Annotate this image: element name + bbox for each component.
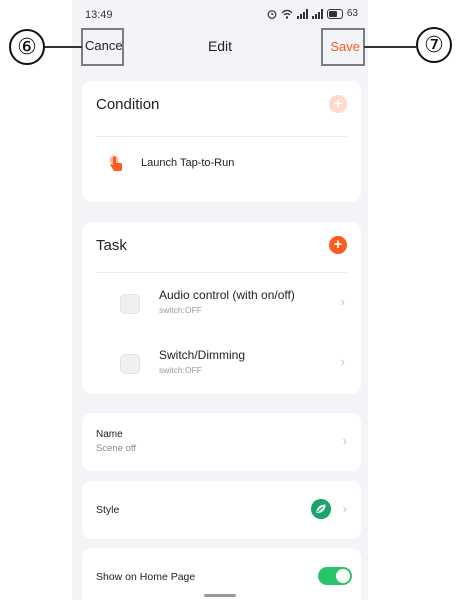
signal-icon [311, 8, 323, 19]
add-condition-button[interactable]: + [329, 95, 347, 113]
divider [96, 136, 347, 137]
task-item-state: switch:OFF [159, 365, 202, 375]
chevron-right-icon: › [340, 354, 345, 369]
name-value: Scene off [96, 443, 136, 454]
condition-card: Condition + Launch Tap-to-Run [82, 81, 361, 202]
hand-tap-icon [109, 155, 122, 171]
task-title: Task [96, 237, 127, 254]
callout-marker-7: ⑦ [416, 27, 452, 63]
callout-marker-6: ⑥ [9, 29, 45, 65]
task-item[interactable]: Audio control (with on/off) switch:OFF › [96, 284, 347, 324]
condition-item-label: Launch Tap-to-Run [141, 157, 235, 169]
callout-line [45, 46, 82, 48]
callout-line [364, 46, 416, 48]
name-row[interactable]: Name Scene off › [82, 413, 361, 471]
battery-level: 63 [346, 8, 358, 19]
status-icons: 63 [267, 8, 358, 19]
condition-title: Condition [96, 96, 160, 113]
signal-icon [296, 8, 308, 19]
task-card: Task + Audio control (with on/off) switc… [82, 222, 361, 394]
add-task-button[interactable]: + [329, 236, 347, 254]
show-on-home-toggle[interactable] [318, 567, 352, 585]
task-item-state: switch:OFF [159, 305, 202, 315]
status-bar: 13:49 63 [72, 0, 368, 30]
device-thumbnail [120, 294, 140, 314]
save-highlight-box [321, 28, 365, 66]
style-row[interactable]: Style › [82, 481, 361, 539]
style-label: Style [96, 504, 120, 516]
wifi-icon [281, 9, 293, 19]
divider [96, 272, 347, 273]
show-on-home-label: Show on Home Page [96, 571, 196, 583]
name-label: Name [96, 429, 123, 440]
chevron-right-icon: › [340, 294, 345, 309]
phone-screen: 13:49 63 Cance Edit Save Condition + Lau… [72, 0, 368, 600]
battery-icon [326, 8, 343, 19]
device-thumbnail [120, 354, 140, 374]
task-item[interactable]: Switch/Dimming switch:OFF › [96, 344, 347, 384]
home-indicator [204, 594, 236, 597]
task-item-name: Switch/Dimming [159, 348, 246, 362]
show-on-home-row: Show on Home Page [82, 548, 361, 600]
task-item-name: Audio control (with on/off) [159, 288, 295, 302]
alarm-icon [267, 9, 277, 19]
chevron-right-icon: › [342, 433, 347, 448]
toggle-knob [336, 569, 350, 583]
chevron-right-icon: › [342, 501, 347, 516]
condition-item[interactable]: Launch Tap-to-Run [96, 151, 347, 177]
status-time: 13:49 [85, 9, 113, 21]
cancel-highlight-box [81, 28, 124, 66]
leaf-icon [311, 499, 331, 519]
